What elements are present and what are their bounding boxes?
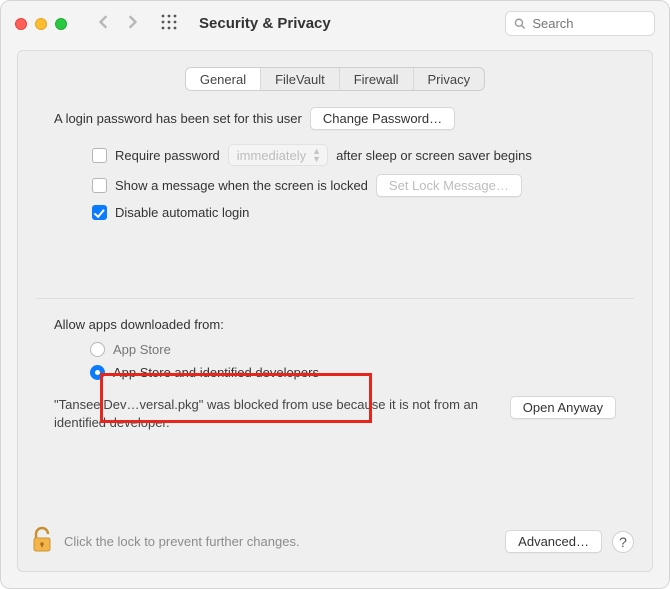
disable-auto-login-label: Disable automatic login (115, 205, 249, 220)
chevron-updown-icon: ▲▼ (312, 147, 321, 163)
minimize-window-button[interactable] (35, 18, 47, 30)
section-divider (36, 298, 634, 299)
lock-icon[interactable] (30, 526, 54, 557)
advanced-button[interactable]: Advanced… (505, 530, 602, 553)
forward-button[interactable] (125, 15, 139, 32)
tab-privacy[interactable]: Privacy (414, 68, 485, 90)
search-icon (514, 17, 525, 30)
footer: Click the lock to prevent further change… (18, 514, 652, 571)
search-input[interactable] (530, 15, 646, 32)
allow-app-store-label: App Store (113, 342, 171, 357)
window-controls (15, 18, 67, 30)
help-button[interactable]: ? (612, 531, 634, 553)
blocked-app-message: "TanseeiDev…versal.pkg" was blocked from… (54, 396, 500, 432)
require-password-checkbox[interactable] (92, 148, 107, 163)
tab-bar: General FileVault Firewall Privacy (18, 67, 652, 91)
tab-general[interactable]: General (186, 68, 261, 90)
zoom-window-button[interactable] (55, 18, 67, 30)
show-message-label: Show a message when the screen is locked (115, 178, 368, 193)
change-password-button[interactable]: Change Password… (310, 107, 455, 130)
preferences-window: Security & Privacy General FileVault Fir… (0, 0, 670, 589)
require-password-label: Require password (115, 148, 220, 163)
close-window-button[interactable] (15, 18, 27, 30)
require-password-delay-value: immediately (237, 148, 306, 163)
search-field[interactable] (505, 11, 655, 36)
window-title: Security & Privacy (199, 15, 331, 32)
back-button[interactable] (97, 15, 111, 32)
titlebar: Security & Privacy (1, 1, 669, 44)
tab-filevault[interactable]: FileVault (261, 68, 340, 90)
tab-firewall[interactable]: Firewall (340, 68, 414, 90)
allow-app-store-radio[interactable] (90, 342, 105, 357)
show-message-checkbox[interactable] (92, 178, 107, 193)
show-all-icon[interactable] (161, 14, 177, 33)
allow-apps-heading: Allow apps downloaded from: (54, 317, 616, 332)
after-sleep-text: after sleep or screen saver begins (336, 148, 532, 163)
allow-app-store-dev-radio[interactable] (90, 365, 105, 380)
content-pane: General FileVault Firewall Privacy A log… (17, 50, 653, 572)
disable-auto-login-checkbox[interactable] (92, 205, 107, 220)
allow-app-store-dev-label: App Store and identified developers (113, 365, 319, 380)
open-anyway-button[interactable]: Open Anyway (510, 396, 616, 419)
password-status-text: A login password has been set for this u… (54, 111, 302, 126)
lock-help-text: Click the lock to prevent further change… (64, 534, 495, 549)
nav-arrows (97, 15, 139, 32)
require-password-delay-dropdown[interactable]: immediately ▲▼ (228, 144, 328, 166)
set-lock-message-button: Set Lock Message… (376, 174, 522, 197)
